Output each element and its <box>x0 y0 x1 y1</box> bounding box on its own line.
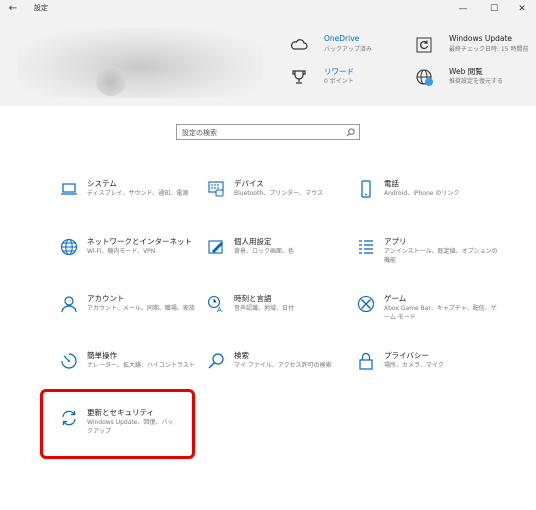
svg-text:A: A <box>217 306 222 313</box>
tile-title: ネットワークとインターネット <box>87 237 192 246</box>
web-browsing-title: Web 閲覧 <box>449 67 483 76</box>
search-input[interactable]: 設定の検索 <box>176 124 360 140</box>
tile-subtitle: 背景、ロック画面、色 <box>234 248 295 255</box>
close-button[interactable]: ✕ <box>515 2 529 16</box>
tile-subtitle: マイ ファイル、アクセス許可の検索 <box>234 362 332 369</box>
tile-title: 時刻と言語 <box>234 294 272 303</box>
web-browsing-subtitle: 推奨設定を復元する <box>449 78 504 85</box>
tile-title: プライバシー <box>384 351 429 360</box>
tile-title: デバイス <box>234 179 264 188</box>
refresh-icon <box>416 37 432 53</box>
lock-icon <box>359 352 373 370</box>
tile-search[interactable]: 検索 マイ ファイル、アクセス許可の検索 <box>207 351 353 398</box>
tile-subtitle: ナレーター、拡大鏡、ハイコントラスト <box>87 362 195 369</box>
minimize-button[interactable]: — <box>456 2 470 16</box>
tile-time-language[interactable]: A 時刻と言語 音声認識、地域、日付 <box>207 294 353 341</box>
avatar <box>96 66 126 96</box>
tile-subtitle: 場所、カメラ、マイク <box>384 362 444 369</box>
onedrive-subtitle: バックアップ済み <box>324 46 373 53</box>
cloud-icon <box>290 39 308 50</box>
tile-subtitle: 音声認識、地域、日付 <box>234 305 295 312</box>
header-banner: OneDrive バックアップ済み リワード 0 ポイント Windows Up… <box>0 18 536 106</box>
rewards-title: リワード <box>324 67 354 76</box>
tile-title: アカウント <box>87 294 125 303</box>
tile-title: 個人用設定 <box>234 237 272 246</box>
profile-area[interactable] <box>18 28 263 98</box>
tile-title: 電話 <box>384 179 399 188</box>
person-icon <box>61 296 77 313</box>
search-icon <box>346 128 355 137</box>
phone-icon <box>361 180 371 198</box>
globe-icon <box>416 69 433 86</box>
search-placeholder: 設定の検索 <box>182 129 217 137</box>
tile-title: ゲーム <box>384 294 407 303</box>
xbox-icon <box>357 295 375 313</box>
search-icon <box>208 353 224 369</box>
tile-subtitle: Xbox Game Bar、キャプチャ、配信、ゲーム モード <box>384 305 497 321</box>
tile-privacy[interactable]: プライバシー 場所、カメラ、マイク <box>357 351 503 398</box>
globe-icon <box>60 238 78 256</box>
time-language-icon: A <box>207 295 222 313</box>
tile-apps[interactable]: アプリ アンインストール、既定値、オプションの機能 <box>357 237 503 284</box>
tile-gaming[interactable]: ゲーム Xbox Game Bar、キャプチャ、配信、ゲーム モード <box>357 294 503 341</box>
tile-network[interactable]: ネットワークとインターネット Wi-Fi、機内モード、VPN <box>60 237 206 284</box>
highlight-box <box>40 389 195 459</box>
maximize-button[interactable]: ☐ <box>487 2 501 16</box>
tile-subtitle: Wi-Fi、機内モード、VPN <box>87 248 156 255</box>
tile-subtitle: Android、iPhone のリンク <box>384 190 460 197</box>
rewards-subtitle: 0 ポイント <box>324 78 354 85</box>
tile-title: システム <box>87 179 117 188</box>
tile-subtitle: アンインストール、既定値、オプションの機能 <box>384 248 498 264</box>
tile-phone[interactable]: 電話 Android、iPhone のリンク <box>357 179 503 226</box>
tile-title: 簡単操作 <box>87 351 117 360</box>
apps-list-icon <box>359 240 373 254</box>
tile-subtitle: アカウント、メール、同期、職場、家族 <box>87 305 195 312</box>
tile-subtitle: ディスプレイ、サウンド、通知、電源 <box>87 190 189 197</box>
ease-of-access-icon <box>61 353 77 369</box>
tile-devices[interactable]: デバイス Bluetooth、プリンター、マウス <box>207 179 353 226</box>
windows-update-title: Windows Update <box>449 34 513 43</box>
tile-system[interactable]: システム ディスプレイ、サウンド、通知、電源 <box>60 179 206 226</box>
tile-subtitle: Bluetooth、プリンター、マウス <box>234 190 324 197</box>
back-button[interactable]: ← <box>6 2 20 16</box>
laptop-icon <box>61 183 77 195</box>
tile-title: 検索 <box>234 351 249 360</box>
onedrive-title: OneDrive <box>324 34 360 43</box>
title-bar: ← 設定 — ☐ ✕ <box>0 0 536 18</box>
paint-icon <box>208 240 223 254</box>
windows-update-subtitle: 最終チェック日時: 15 時間前 <box>449 46 529 53</box>
trophy-icon <box>292 70 306 84</box>
tile-personalization[interactable]: 個人用設定 背景、ロック画面、色 <box>207 237 353 284</box>
app-title: 設定 <box>34 4 48 12</box>
keyboard-icon <box>208 181 224 197</box>
tile-accounts[interactable]: アカウント アカウント、メール、同期、職場、家族 <box>60 294 206 341</box>
tile-title: アプリ <box>384 237 407 246</box>
